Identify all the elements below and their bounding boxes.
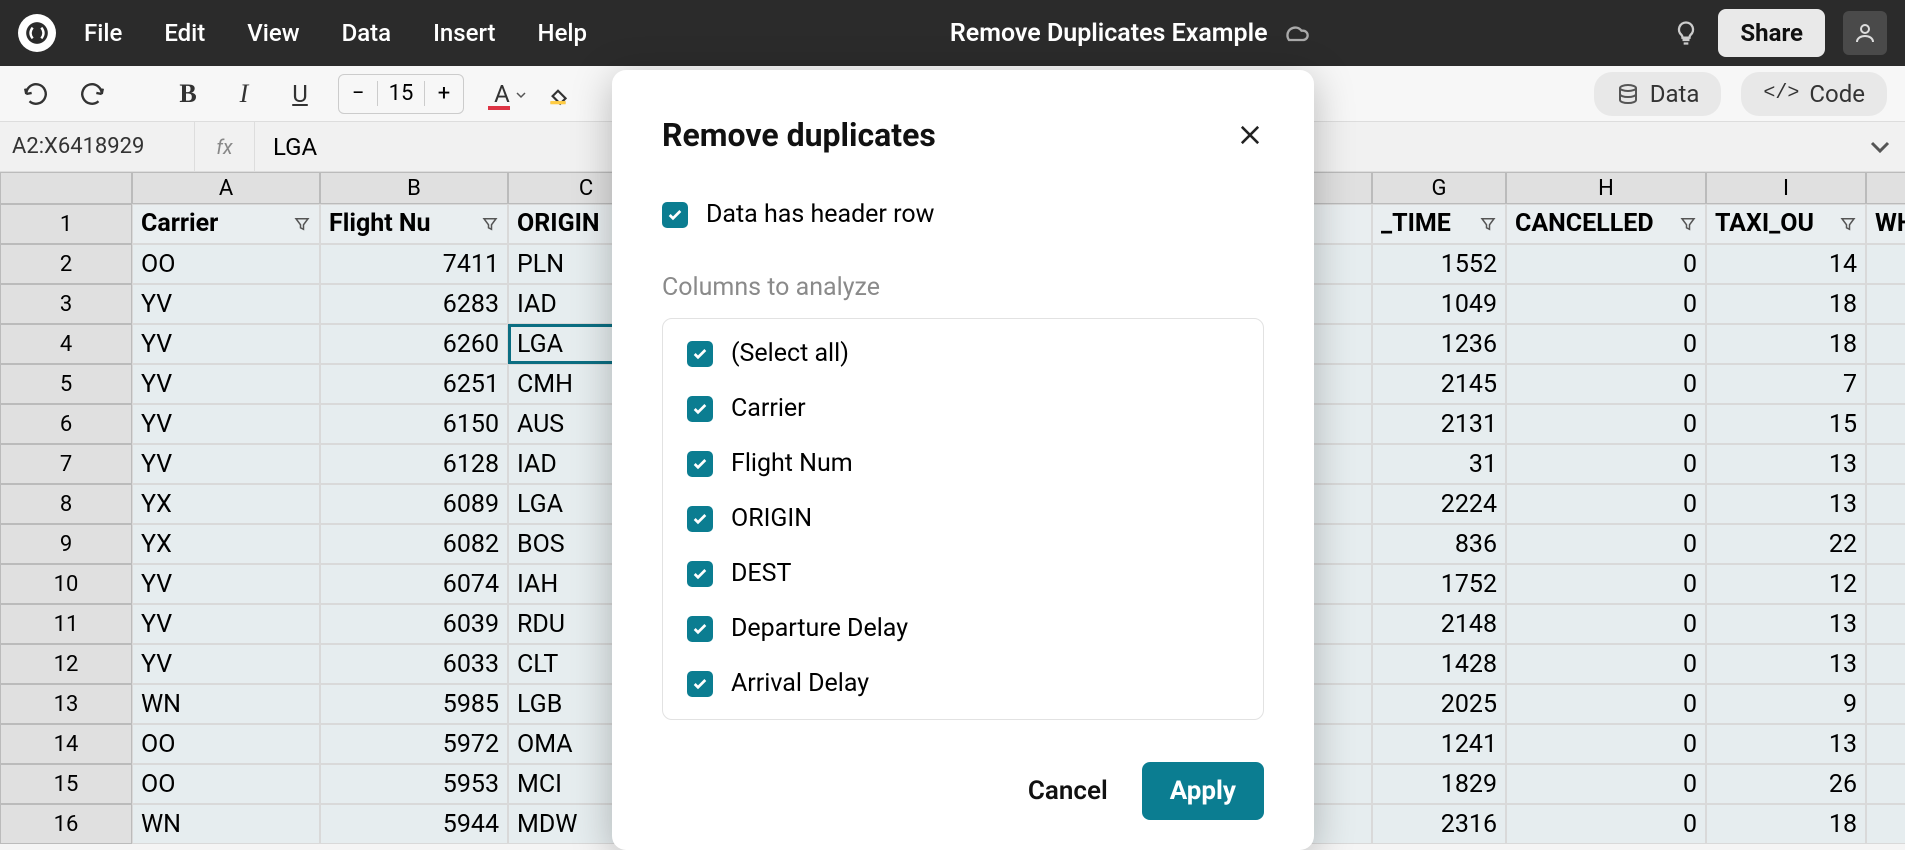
- header-row-label: Data has header row: [706, 200, 934, 229]
- close-icon[interactable]: [1236, 121, 1264, 149]
- checkbox-icon[interactable]: [687, 451, 713, 477]
- checkbox-icon[interactable]: [687, 561, 713, 587]
- column-name: Carrier: [731, 394, 806, 423]
- column-name: Departure Delay: [731, 614, 908, 643]
- checkbox-icon[interactable]: [687, 396, 713, 422]
- checkbox-icon[interactable]: [687, 341, 713, 367]
- checkbox-icon[interactable]: [687, 616, 713, 642]
- column-checkbox-item[interactable]: ORIGIN: [687, 504, 1239, 533]
- checkbox-icon[interactable]: [687, 671, 713, 697]
- column-checkbox-item[interactable]: Flight Num: [687, 449, 1239, 478]
- column-checkbox-item[interactable]: Arrival Delay: [687, 669, 1239, 698]
- apply-button[interactable]: Apply: [1142, 762, 1264, 820]
- column-name: (Select all): [731, 339, 849, 368]
- column-checkbox-item[interactable]: Departure Delay: [687, 614, 1239, 643]
- column-checkbox-item[interactable]: DEST: [687, 559, 1239, 588]
- cancel-button[interactable]: Cancel: [1028, 776, 1108, 806]
- columns-list[interactable]: (Select all) Carrier Flight Num ORIGIN D…: [662, 318, 1264, 720]
- column-name: DEST: [731, 559, 791, 588]
- column-name: ORIGIN: [731, 504, 812, 533]
- column-checkbox-item[interactable]: Carrier: [687, 394, 1239, 423]
- column-name: Arrival Delay: [731, 669, 869, 698]
- header-row-checkbox[interactable]: [662, 202, 688, 228]
- modal-title: Remove duplicates: [662, 116, 936, 154]
- column-name: Flight Num: [731, 449, 853, 478]
- remove-duplicates-modal: Remove duplicates Data has header row Co…: [612, 70, 1314, 850]
- column-checkbox-item[interactable]: (Select all): [687, 339, 1239, 368]
- checkbox-icon[interactable]: [687, 506, 713, 532]
- columns-section-label: Columns to analyze: [662, 273, 1264, 302]
